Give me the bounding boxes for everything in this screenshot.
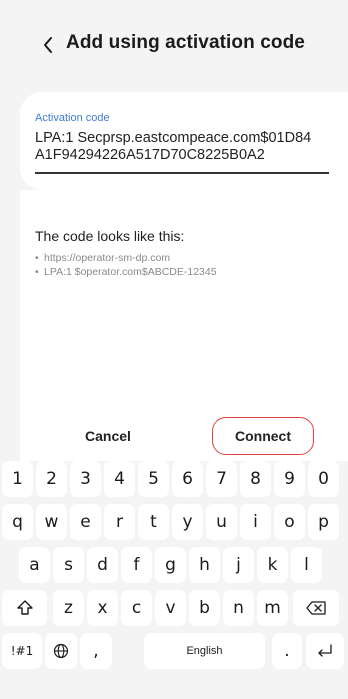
- key-3[interactable]: 3: [70, 461, 101, 497]
- action-bar: Cancel Connect: [20, 415, 348, 461]
- key-c[interactable]: c: [121, 590, 152, 626]
- hint-examples: https://operator-sm-dp.com LPA:1 $operat…: [35, 251, 217, 279]
- key-4[interactable]: 4: [104, 461, 135, 497]
- header: Add using activation code: [0, 0, 348, 92]
- key-x[interactable]: x: [87, 590, 118, 626]
- globe-icon: [53, 643, 69, 659]
- chevron-left-icon: [44, 37, 52, 53]
- key-d[interactable]: d: [87, 547, 118, 583]
- key-o[interactable]: o: [274, 504, 305, 540]
- key-u[interactable]: u: [206, 504, 237, 540]
- key-8[interactable]: 8: [240, 461, 271, 497]
- key-b[interactable]: b: [189, 590, 220, 626]
- symbols-key[interactable]: !#1: [2, 633, 42, 669]
- back-button[interactable]: [38, 34, 58, 56]
- language-key[interactable]: [45, 633, 77, 669]
- key-0[interactable]: 0: [308, 461, 339, 497]
- enter-icon: [318, 644, 332, 657]
- backspace-icon: [306, 601, 326, 615]
- period-key[interactable]: .: [272, 633, 302, 669]
- key-q[interactable]: q: [2, 504, 33, 540]
- activation-code-card: Activation code LPA:1 Secprsp.eastcompea…: [20, 92, 348, 190]
- key-a[interactable]: a: [19, 547, 50, 583]
- key-h[interactable]: h: [189, 547, 220, 583]
- key-1[interactable]: 1: [2, 461, 33, 497]
- shift-key[interactable]: [2, 590, 47, 626]
- key-g[interactable]: g: [155, 547, 186, 583]
- hint-example-lpa: LPA:1 $operator.com$ABCDE-12345: [35, 265, 217, 279]
- shift-icon: [16, 600, 33, 615]
- key-i[interactable]: i: [240, 504, 271, 540]
- cancel-button[interactable]: Cancel: [50, 417, 166, 455]
- key-9[interactable]: 9: [274, 461, 305, 497]
- key-f[interactable]: f: [121, 547, 152, 583]
- key-k[interactable]: k: [257, 547, 288, 583]
- key-p[interactable]: p: [308, 504, 339, 540]
- key-m[interactable]: m: [257, 590, 288, 626]
- page-title: Add using activation code: [66, 32, 305, 53]
- enter-key[interactable]: [306, 633, 344, 669]
- key-2[interactable]: 2: [36, 461, 67, 497]
- key-5[interactable]: 5: [138, 461, 169, 497]
- key-t[interactable]: t: [138, 504, 169, 540]
- hint-title: The code looks like this:: [35, 228, 185, 244]
- connect-button[interactable]: Connect: [212, 417, 314, 455]
- space-key[interactable]: English: [144, 633, 265, 669]
- key-l[interactable]: l: [291, 547, 322, 583]
- hint-example-url: https://operator-sm-dp.com: [35, 251, 217, 265]
- keyboard: 1 2 3 4 5 6 7 8 9 0 q w e r t y u i o p …: [0, 461, 348, 695]
- key-v[interactable]: v: [155, 590, 186, 626]
- key-w[interactable]: w: [36, 504, 67, 540]
- backspace-key[interactable]: [293, 590, 339, 626]
- activation-code-input[interactable]: LPA:1 Secprsp.eastcompeace.com$01D84A1F9…: [35, 130, 315, 164]
- key-7[interactable]: 7: [206, 461, 237, 497]
- key-y[interactable]: y: [172, 504, 203, 540]
- key-j[interactable]: j: [223, 547, 254, 583]
- key-z[interactable]: z: [53, 590, 84, 626]
- key-n[interactable]: n: [223, 590, 254, 626]
- comma-key[interactable]: ,: [80, 633, 112, 669]
- key-6[interactable]: 6: [172, 461, 203, 497]
- key-r[interactable]: r: [104, 504, 135, 540]
- key-e[interactable]: e: [70, 504, 101, 540]
- key-s[interactable]: s: [53, 547, 84, 583]
- input-underline: [35, 172, 329, 174]
- activation-code-label: Activation code: [35, 112, 110, 124]
